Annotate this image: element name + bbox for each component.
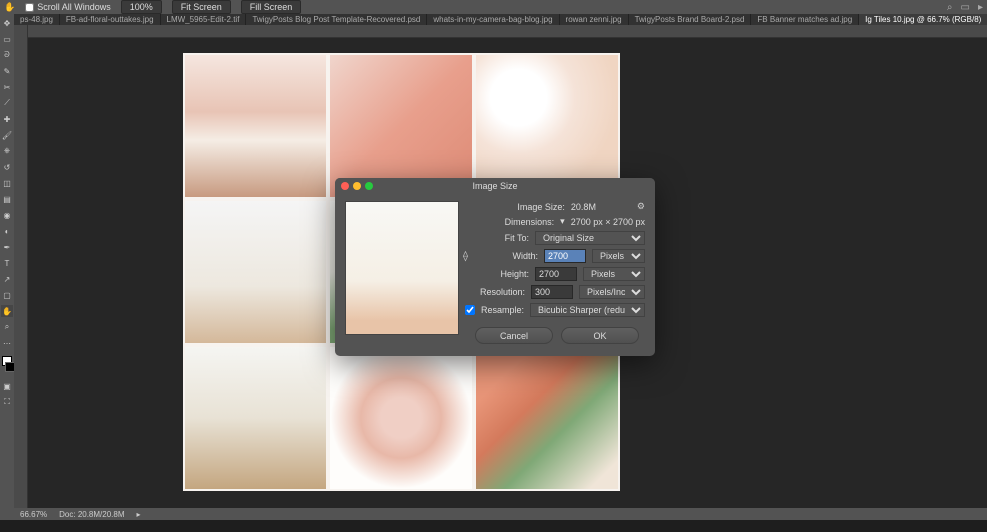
canvas-image-tile xyxy=(476,55,618,197)
status-zoom[interactable]: 66.67% xyxy=(20,510,47,519)
document-tab[interactable]: FB-ad-floral-outtakes.jpg xyxy=(60,14,161,25)
dimensions-unit-toggle[interactable]: ▾ xyxy=(560,216,565,227)
fit-to-select[interactable]: Original Size xyxy=(535,231,645,245)
status-chevron-icon[interactable]: ▸ xyxy=(137,510,141,519)
horizontal-ruler[interactable] xyxy=(28,25,987,38)
resample-checkbox[interactable] xyxy=(465,305,475,315)
vertical-ruler[interactable] xyxy=(14,25,28,508)
resample-method-select[interactable]: Bicubic Sharper (reduction) xyxy=(530,303,645,317)
arrange-icon[interactable]: ▭ xyxy=(961,2,970,13)
width-input[interactable] xyxy=(544,249,586,263)
document-tab[interactable]: whats-in-my-camera-bag-blog.jpg xyxy=(427,14,559,25)
healing-tool[interactable]: ✚ xyxy=(1,113,13,125)
document-tab[interactable]: LMW_5965-Edit-2.tif xyxy=(161,14,247,25)
canvas-image-tile xyxy=(330,55,472,197)
fill-screen-button[interactable]: Fill Screen xyxy=(241,0,302,14)
width-label: Width: xyxy=(478,251,538,261)
screen-mode-toggle[interactable]: ⛶ xyxy=(1,396,13,408)
document-tab[interactable]: FB Banner matches ad.jpg xyxy=(751,14,859,25)
hand-tool-icon: ✋ xyxy=(4,2,15,13)
scroll-label: Scroll All Windows xyxy=(37,2,111,12)
canvas-image-tile xyxy=(330,347,472,489)
height-unit-select[interactable]: Pixels xyxy=(583,267,645,281)
more-tools[interactable]: ⋯ xyxy=(1,337,13,349)
hand-tool[interactable]: ✋ xyxy=(1,305,13,317)
pen-tool[interactable]: ✒ xyxy=(1,241,13,253)
canvas-image-tile xyxy=(185,201,327,343)
height-input[interactable] xyxy=(535,267,577,281)
document-tab[interactable]: TwigyPosts Blog Post Template-Recovered.… xyxy=(246,14,427,25)
path-tool[interactable]: ↗ xyxy=(1,273,13,285)
type-tool[interactable]: T xyxy=(1,257,13,269)
dodge-tool[interactable]: ◐ xyxy=(1,225,13,237)
eraser-tool[interactable]: ◫ xyxy=(1,177,13,189)
resolution-label: Resolution: xyxy=(465,287,525,297)
shape-tool[interactable]: ▢ xyxy=(1,289,13,301)
options-bar: ✋ Scroll All Windows 100% Fit Screen Fil… xyxy=(0,0,987,14)
document-tabs: ps-48.jpg FB-ad-floral-outtakes.jpg LMW_… xyxy=(14,14,987,25)
cancel-button[interactable]: Cancel xyxy=(475,327,553,344)
history-brush-tool[interactable]: ↺ xyxy=(1,161,13,173)
document-tab[interactable]: TwigyPosts Brand Board-2.psd xyxy=(629,14,752,25)
image-size-value: 20.8M xyxy=(571,202,631,212)
image-size-dialog: Image Size Image Size: 20.8M ⚙ Dimension… xyxy=(335,178,655,356)
width-unit-select[interactable]: Pixels xyxy=(592,249,645,263)
status-doc-size[interactable]: Doc: 20.8M/20.8M xyxy=(59,510,124,519)
status-bar: 66.67% Doc: 20.8M/20.8M ▸ xyxy=(14,508,987,520)
dialog-titlebar[interactable]: Image Size xyxy=(335,178,655,193)
window-controls: ⌕ ▭ ▸ xyxy=(947,0,983,14)
move-tool[interactable]: ✥ xyxy=(1,17,13,29)
minimize-window-icon[interactable] xyxy=(353,182,361,190)
ok-button[interactable]: OK xyxy=(561,327,639,344)
canvas-image-tile xyxy=(185,55,327,197)
collapse-icon[interactable]: ▸ xyxy=(978,2,983,13)
gear-icon[interactable]: ⚙ xyxy=(637,201,645,212)
constrain-proportions-icon[interactable]: ⟠ xyxy=(463,251,468,262)
canvas-image-tile xyxy=(476,347,618,489)
scroll-all-windows-checkbox[interactable]: Scroll All Windows xyxy=(25,2,111,12)
blur-tool[interactable]: ◉ xyxy=(1,209,13,221)
height-label: Height: xyxy=(469,269,529,279)
dialog-preview-image xyxy=(345,201,459,335)
tools-panel: ✥ ▭ ᘐ ✎ ✂ ⟋ ✚ 🖌 ⎈ ↺ ◫ ▤ ◉ ◐ ✒ T ↗ ▢ ✋ ⌕ … xyxy=(0,14,14,520)
marquee-tool[interactable]: ▭ xyxy=(1,33,13,45)
lasso-tool[interactable]: ᘐ xyxy=(1,49,13,61)
quick-select-tool[interactable]: ✎ xyxy=(1,65,13,77)
crop-tool[interactable]: ✂ xyxy=(1,81,13,93)
dimensions-label: Dimensions: xyxy=(494,217,554,227)
close-window-icon[interactable] xyxy=(341,182,349,190)
resolution-unit-select[interactable]: Pixels/Inch xyxy=(579,285,645,299)
maximize-window-icon[interactable] xyxy=(365,182,373,190)
dialog-title-text: Image Size xyxy=(472,181,517,191)
brush-tool[interactable]: 🖌 xyxy=(1,129,13,141)
eyedropper-tool[interactable]: ⟋ xyxy=(1,97,13,109)
stamp-tool[interactable]: ⎈ xyxy=(1,145,13,157)
document-tab[interactable]: ps-48.jpg xyxy=(14,14,60,25)
resolution-input[interactable] xyxy=(531,285,573,299)
dimensions-value: 2700 px × 2700 px xyxy=(571,217,645,227)
document-tab[interactable]: rowan zenni.jpg xyxy=(560,14,629,25)
fit-screen-button[interactable]: Fit Screen xyxy=(172,0,231,14)
search-icon[interactable]: ⌕ xyxy=(947,2,953,13)
quick-mask-toggle[interactable]: ▣ xyxy=(1,380,13,392)
image-size-label: Image Size: xyxy=(505,202,565,212)
resample-label: Resample: xyxy=(481,305,524,315)
zoom-tool[interactable]: ⌕ xyxy=(1,321,13,333)
gradient-tool[interactable]: ▤ xyxy=(1,193,13,205)
document-tab-active[interactable]: Ig Tiles 10.jpg @ 66.7% (RGB/8) xyxy=(859,14,987,25)
fit-to-label: Fit To: xyxy=(469,233,529,243)
canvas-image-tile xyxy=(185,347,327,489)
zoom-level-button[interactable]: 100% xyxy=(121,0,162,14)
